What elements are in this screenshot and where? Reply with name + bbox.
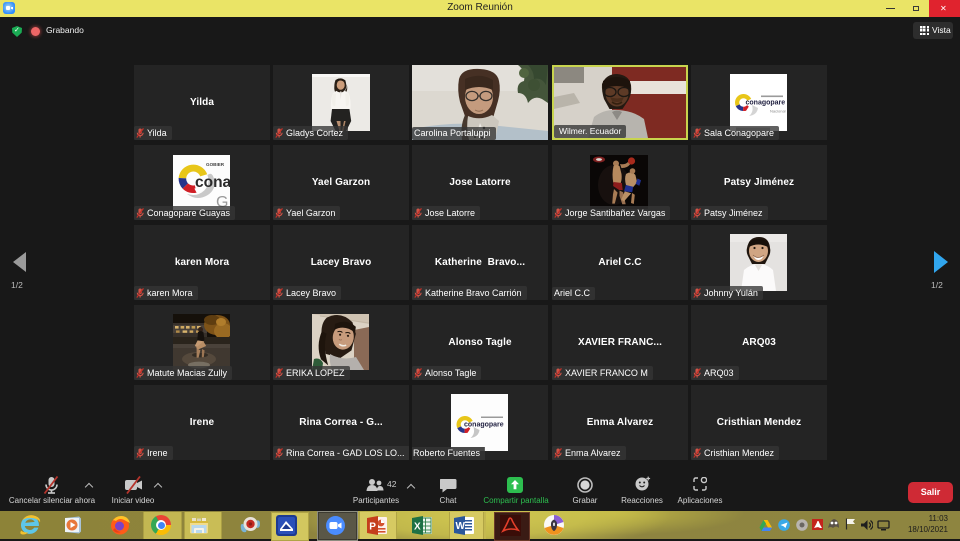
svg-text:conag: conag [195, 174, 230, 191]
svg-text:X: X [414, 522, 421, 533]
svg-text:conagopare: conagopare [464, 422, 504, 429]
svg-text:conagopare: conagopare [746, 100, 786, 107]
svg-text:Nacional: Nacional [770, 109, 786, 114]
svg-text:P: P [369, 522, 376, 533]
svg-text:W: W [456, 521, 466, 532]
svg-text:GOBIER: GOBIER [206, 162, 225, 167]
